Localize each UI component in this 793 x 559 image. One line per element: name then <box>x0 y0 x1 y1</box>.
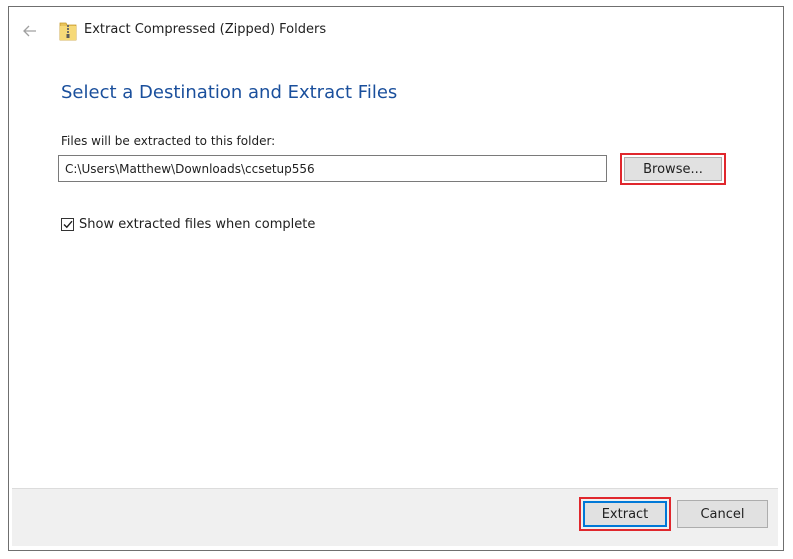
cancel-button-wrap: Cancel <box>677 500 768 528</box>
page-heading: Select a Destination and Extract Files <box>61 82 398 103</box>
back-button[interactable] <box>19 20 41 42</box>
destination-label: Files will be extracted to this folder: <box>61 134 276 148</box>
show-files-option[interactable]: Show extracted files when complete <box>61 216 315 232</box>
zip-folder-icon <box>59 22 77 41</box>
browse-highlight: Browse... <box>620 153 726 185</box>
show-files-label: Show extracted files when complete <box>79 216 316 232</box>
title-bar: Extract Compressed (Zipped) Folders <box>9 7 783 55</box>
extract-highlight: Extract <box>579 497 671 531</box>
browse-button[interactable]: Browse... <box>624 157 722 181</box>
destination-path-input[interactable] <box>58 155 607 182</box>
back-arrow-icon <box>23 25 36 37</box>
dialog-window: Extract Compressed (Zipped) Folders Sele… <box>8 6 784 551</box>
checkmark-icon <box>63 220 73 228</box>
extract-button[interactable]: Extract <box>583 501 667 527</box>
show-files-checkbox[interactable] <box>61 217 74 231</box>
button-footer: Extract Cancel <box>12 488 778 546</box>
window-title: Extract Compressed (Zipped) Folders <box>84 22 327 37</box>
cancel-button[interactable]: Cancel <box>677 500 768 528</box>
